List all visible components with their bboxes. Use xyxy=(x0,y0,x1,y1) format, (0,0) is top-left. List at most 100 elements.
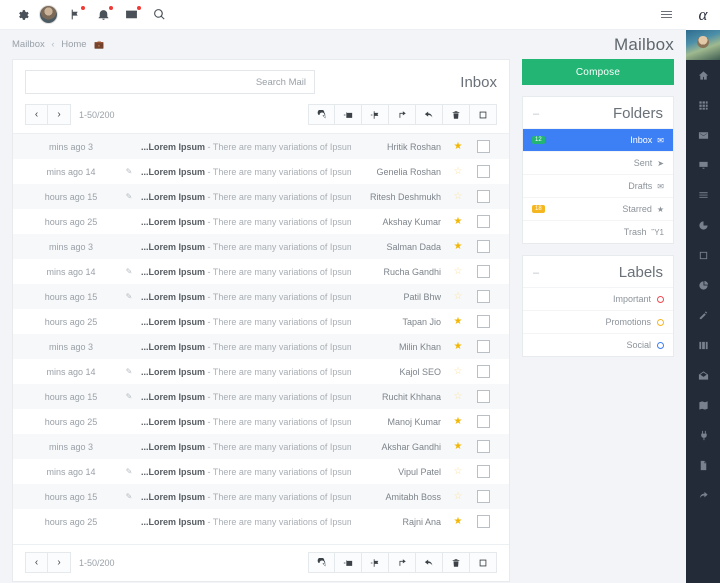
star-icon[interactable]: ☆ xyxy=(447,466,469,477)
row-checkbox[interactable] xyxy=(476,215,490,228)
table-row[interactable]: mins ago 3 ...Lorem Ipsum - There are man… xyxy=(13,434,509,459)
label-item-social[interactable]: Social xyxy=(523,333,673,356)
share-icon[interactable] xyxy=(686,480,720,510)
row-checkbox-cell[interactable] xyxy=(469,265,497,278)
row-checkbox-cell[interactable] xyxy=(469,215,497,228)
row-checkbox[interactable] xyxy=(476,490,490,503)
square-icon[interactable] xyxy=(686,240,720,270)
sidebar-item-drafts[interactable]: Drafts ✉ xyxy=(523,174,673,197)
envelope-open-icon[interactable] xyxy=(686,360,720,390)
next-page-button[interactable]: › xyxy=(48,104,71,125)
breadcrumb-root[interactable]: Mailbox xyxy=(12,39,45,50)
move-to-folder-icon[interactable] xyxy=(335,552,362,573)
search-input[interactable] xyxy=(25,70,315,94)
collapse-folders-icon[interactable]: – xyxy=(533,108,539,119)
star-icon[interactable]: ☆ xyxy=(447,391,469,402)
table-row[interactable]: hours ago 25 ...Lorem Ipsum - There are m… xyxy=(13,509,509,534)
star-icon[interactable]: ★ xyxy=(447,516,469,527)
row-checkbox[interactable] xyxy=(476,390,490,403)
row-checkbox[interactable] xyxy=(476,265,490,278)
prev-page-button[interactable]: ‹ xyxy=(25,104,48,125)
table-row[interactable]: hours ago 25 ...Lorem Ipsum - There are m… xyxy=(13,209,509,234)
monitor-icon[interactable] xyxy=(686,150,720,180)
star-icon[interactable]: ★ xyxy=(447,241,469,252)
label-item-promotions[interactable]: Promotions xyxy=(523,310,673,333)
table-row[interactable]: mins ago 14 ✎ ...Lorem Ipsum - There are m… xyxy=(13,359,509,384)
avatar[interactable] xyxy=(39,5,58,24)
pie-chart-icon[interactable] xyxy=(686,210,720,240)
row-checkbox[interactable] xyxy=(476,165,490,178)
row-checkbox[interactable] xyxy=(476,365,490,378)
prev-page-button-bottom[interactable]: ‹ xyxy=(25,552,48,573)
search-icon[interactable] xyxy=(145,1,173,29)
sidebar-item-starred[interactable]: 18 Starred ★ xyxy=(523,197,673,220)
reply-icon[interactable] xyxy=(416,552,443,573)
sidebar-item-sent[interactable]: Sent ➤ xyxy=(523,151,673,174)
table-row[interactable]: mins ago 3 ...Lorem Ipsum - There are man… xyxy=(13,334,509,359)
select-all-icon[interactable] xyxy=(470,104,497,125)
row-checkbox-cell[interactable] xyxy=(469,340,497,353)
reply-icon[interactable] xyxy=(416,104,443,125)
menu-icon[interactable] xyxy=(654,3,678,27)
trash-icon[interactable] xyxy=(443,104,470,125)
row-checkbox-cell[interactable] xyxy=(469,165,497,178)
star-icon[interactable]: ☆ xyxy=(447,166,469,177)
row-checkbox-cell[interactable] xyxy=(469,315,497,328)
table-row[interactable]: mins ago 3 ...Lorem Ipsum - There are man… xyxy=(13,134,509,159)
row-checkbox-cell[interactable] xyxy=(469,415,497,428)
star-icon[interactable]: ★ xyxy=(447,141,469,152)
star-icon[interactable]: ★ xyxy=(447,441,469,452)
map-icon[interactable] xyxy=(686,390,720,420)
row-checkbox[interactable] xyxy=(476,240,490,253)
row-checkbox[interactable] xyxy=(476,440,490,453)
sidebar-item-trash[interactable]: Trash Ὕ1 xyxy=(523,220,673,243)
row-checkbox[interactable] xyxy=(476,140,490,153)
table-row[interactable]: hours ago 15 ✎ ...Lorem Ipsum - There are … xyxy=(13,284,509,309)
table-row[interactable]: hours ago 25 ...Lorem Ipsum - There are m… xyxy=(13,309,509,334)
row-checkbox-cell[interactable] xyxy=(469,515,497,528)
star-icon[interactable]: ★ xyxy=(447,216,469,227)
star-icon[interactable]: ★ xyxy=(447,341,469,352)
home-icon[interactable] xyxy=(686,60,720,90)
list-icon[interactable] xyxy=(686,180,720,210)
row-checkbox-cell[interactable] xyxy=(469,390,497,403)
compose-button[interactable]: Compose xyxy=(522,59,674,85)
row-checkbox-cell[interactable] xyxy=(469,465,497,478)
row-checkbox-cell[interactable] xyxy=(469,190,497,203)
forward-icon[interactable] xyxy=(389,552,416,573)
table-row[interactable]: hours ago 15 ✎ ...Lorem Ipsum - There are … xyxy=(13,484,509,509)
label-item-important[interactable]: Important xyxy=(523,287,673,310)
star-icon[interactable]: ☆ xyxy=(447,291,469,302)
columns-icon[interactable] xyxy=(686,330,720,360)
row-checkbox-cell[interactable] xyxy=(469,240,497,253)
collapse-labels-icon[interactable]: – xyxy=(533,267,539,278)
trash-icon[interactable] xyxy=(443,552,470,573)
refresh-icon[interactable] xyxy=(308,552,335,573)
plug-icon[interactable] xyxy=(686,420,720,450)
star-icon[interactable]: ☆ xyxy=(447,191,469,202)
table-row[interactable]: hours ago 15 ✎ ...Lorem Ipsum - There are … xyxy=(13,184,509,209)
table-row[interactable]: mins ago 14 ✎ ...Lorem Ipsum - There are m… xyxy=(13,459,509,484)
table-row[interactable]: hours ago 15 ✎ ...Lorem Ipsum - There are … xyxy=(13,384,509,409)
row-checkbox-cell[interactable] xyxy=(469,440,497,453)
row-checkbox[interactable] xyxy=(476,190,490,203)
select-all-icon[interactable] xyxy=(470,552,497,573)
row-checkbox[interactable] xyxy=(476,290,490,303)
move-to-folder-icon[interactable] xyxy=(335,104,362,125)
table-row[interactable]: mins ago 3 ...Lorem Ipsum - There are man… xyxy=(13,234,509,259)
grid-icon[interactable] xyxy=(686,90,720,120)
row-checkbox-cell[interactable] xyxy=(469,490,497,503)
mail-icon[interactable] xyxy=(686,120,720,150)
row-checkbox[interactable] xyxy=(476,340,490,353)
envelope-icon[interactable] xyxy=(117,1,145,29)
flag-icon[interactable] xyxy=(61,1,89,29)
rail-avatar[interactable] xyxy=(686,30,720,60)
flag-icon[interactable] xyxy=(362,552,389,573)
row-checkbox[interactable] xyxy=(476,315,490,328)
bell-icon[interactable] xyxy=(89,1,117,29)
table-row[interactable]: mins ago 14 ✎ ...Lorem Ipsum - There are m… xyxy=(13,259,509,284)
sidebar-item-inbox[interactable]: 12 Inbox ✉ xyxy=(523,128,673,151)
star-icon[interactable]: ☆ xyxy=(447,491,469,502)
row-checkbox[interactable] xyxy=(476,415,490,428)
row-checkbox[interactable] xyxy=(476,515,490,528)
